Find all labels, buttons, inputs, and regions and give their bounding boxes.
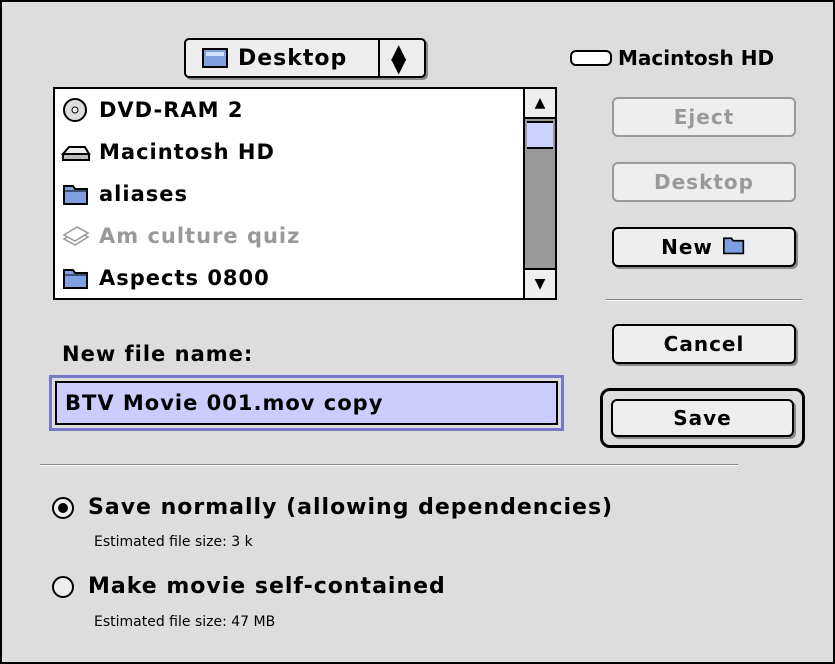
option-label: Save normally (allowing dependencies) [88, 495, 614, 520]
location-popup[interactable]: Desktop ▲ ▼ [184, 38, 426, 78]
estimated-size-text: Estimated file size: 3 k [94, 534, 253, 550]
volume-indicator: Macintosh HD [570, 46, 774, 70]
divider [606, 299, 802, 301]
popup-label: Desktop [238, 45, 348, 71]
radio-checked-icon[interactable] [52, 496, 74, 519]
list-item-label: Am culture quiz [99, 224, 301, 248]
cd-icon [61, 97, 93, 123]
list-item-label: aliases [99, 182, 188, 206]
list-item[interactable]: Am culture quiz [55, 215, 523, 257]
cancel-button[interactable]: Cancel [612, 324, 796, 364]
save-normally-option[interactable]: Save normally (allowing dependencies) [52, 495, 613, 520]
self-contained-option[interactable]: Make movie self-contained [52, 574, 446, 599]
list-scrollbar[interactable]: ▲ ▼ [523, 89, 555, 298]
option-label: Make movie self-contained [88, 574, 446, 599]
scroll-down-arrow-icon[interactable]: ▼ [525, 268, 555, 298]
stack-icon [61, 223, 93, 249]
list-item[interactable]: Macintosh HD [55, 131, 523, 173]
list-item[interactable]: Aspects 0800 [55, 257, 523, 298]
divider [40, 464, 738, 466]
list-item-label: Macintosh HD [99, 140, 275, 164]
estimated-size-text: Estimated file size: 47 MB [94, 614, 276, 630]
folder-icon [61, 181, 93, 207]
file-list[interactable]: DVD-RAM 2 Macintosh HD aliases Am cultur… [53, 87, 557, 300]
new-folder-label: New [661, 235, 713, 259]
desktop-icon [202, 48, 228, 68]
eject-button[interactable]: Eject [612, 97, 796, 137]
list-item-label: DVD-RAM 2 [99, 98, 244, 122]
scroll-thumb[interactable] [527, 121, 553, 149]
folder-icon [61, 265, 93, 291]
new-folder-button[interactable]: New [612, 227, 796, 267]
save-button[interactable]: Save [611, 399, 794, 437]
hard-disk-icon [570, 50, 612, 66]
desktop-button[interactable]: Desktop [612, 162, 796, 202]
scroll-up-arrow-icon[interactable]: ▲ [525, 89, 555, 119]
filename-label: New file name: [62, 342, 254, 366]
filename-focus-ring [49, 375, 564, 431]
radio-unchecked-icon[interactable] [52, 575, 74, 598]
popup-arrows-icon: ▲ ▼ [391, 39, 407, 77]
default-button-ring: Save [600, 388, 805, 448]
hard-disk-icon [60, 139, 93, 165]
folder-icon [721, 234, 747, 261]
list-item-label: Aspects 0800 [99, 266, 270, 290]
list-item[interactable]: aliases [55, 173, 523, 215]
list-item[interactable]: DVD-RAM 2 [55, 89, 523, 131]
volume-label: Macintosh HD [618, 46, 775, 70]
filename-input[interactable] [55, 381, 558, 425]
save-dialog: Desktop ▲ ▼ Macintosh HD DVD-RAM 2 Macint… [0, 0, 835, 664]
